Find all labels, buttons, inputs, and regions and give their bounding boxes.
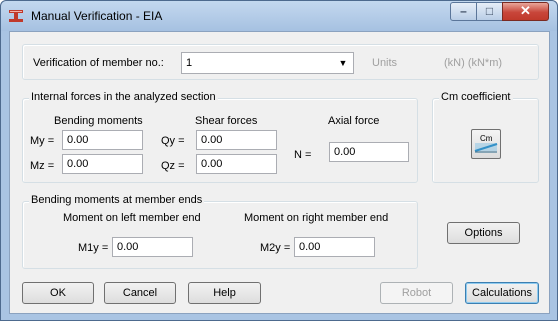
chevron-down-icon[interactable]: ▼ <box>336 56 350 70</box>
m2y-label: M2y = <box>260 242 291 254</box>
units-label: Units <box>372 57 398 69</box>
member-selection-group: Verification of member no.: 1 ▼ Units (k… <box>22 44 539 80</box>
m1y-label: M1y = <box>78 242 109 254</box>
maximize-button[interactable]: □ <box>476 2 503 21</box>
cm-coefficient-group: Cm coefficient Cm <box>432 91 539 183</box>
qy-label: Qy = <box>161 135 185 147</box>
window-title: Manual Verification - EIA <box>31 9 163 23</box>
member-label: Verification of member no.: <box>33 57 164 69</box>
qy-input[interactable]: 0.00 <box>196 130 277 150</box>
dialog-window: Manual Verification - EIA – □ ✕ Verifica… <box>0 0 558 321</box>
calculations-button[interactable]: Calculations <box>465 282 539 304</box>
m1y-input[interactable]: 0.00 <box>112 237 193 257</box>
internal-forces-group: Internal forces in the analyzed section … <box>22 91 418 183</box>
minimize-icon: – <box>460 4 467 18</box>
axial-force-title: Axial force <box>328 115 380 127</box>
internal-forces-title: Internal forces in the analyzed section <box>29 91 218 103</box>
n-label: N = <box>294 149 312 161</box>
n-input[interactable]: 0.00 <box>329 142 409 162</box>
ok-button[interactable]: OK <box>22 282 94 304</box>
close-icon: ✕ <box>520 3 531 18</box>
cancel-button[interactable]: Cancel <box>104 282 176 304</box>
title-bar[interactable]: Manual Verification - EIA – □ ✕ <box>1 1 557 31</box>
dialog-client-area: Verification of member no.: 1 ▼ Units (k… <box>9 31 550 314</box>
right-end-title: Moment on right member end <box>244 212 389 224</box>
mz-input[interactable]: 0.00 <box>62 154 143 174</box>
member-combobox[interactable]: 1 ▼ <box>181 52 354 74</box>
minimize-button[interactable]: – <box>450 2 477 21</box>
m2y-input[interactable]: 0.00 <box>294 237 375 257</box>
my-label: My = <box>30 135 55 147</box>
my-input[interactable]: 0.00 <box>62 130 143 150</box>
units-value: (kN) (kN*m) <box>444 57 503 69</box>
help-button[interactable]: Help <box>188 282 261 304</box>
robot-app-icon <box>9 10 23 22</box>
cm-coefficient-title: Cm coefficient <box>439 91 513 103</box>
shear-forces-title: Shear forces <box>195 115 258 127</box>
robot-button[interactable]: Robot <box>380 282 453 304</box>
mz-label: Mz = <box>30 160 55 172</box>
cm-diagram-icon: Cm <box>474 134 498 153</box>
qz-label: Qz = <box>161 160 185 172</box>
member-value: 1 <box>186 57 193 69</box>
options-button[interactable]: Options <box>447 222 520 244</box>
member-ends-title: Bending moments at member ends <box>29 194 205 206</box>
bending-moments-title: Bending moments <box>54 115 143 127</box>
qz-input[interactable]: 0.00 <box>196 154 277 174</box>
close-button[interactable]: ✕ <box>502 2 549 21</box>
member-ends-group: Bending moments at member ends Moment on… <box>22 194 418 269</box>
cm-icon-text: Cm <box>480 134 493 143</box>
maximize-icon: □ <box>485 4 494 18</box>
left-end-title: Moment on left member end <box>63 212 201 224</box>
cm-coefficient-button[interactable]: Cm <box>471 129 501 159</box>
